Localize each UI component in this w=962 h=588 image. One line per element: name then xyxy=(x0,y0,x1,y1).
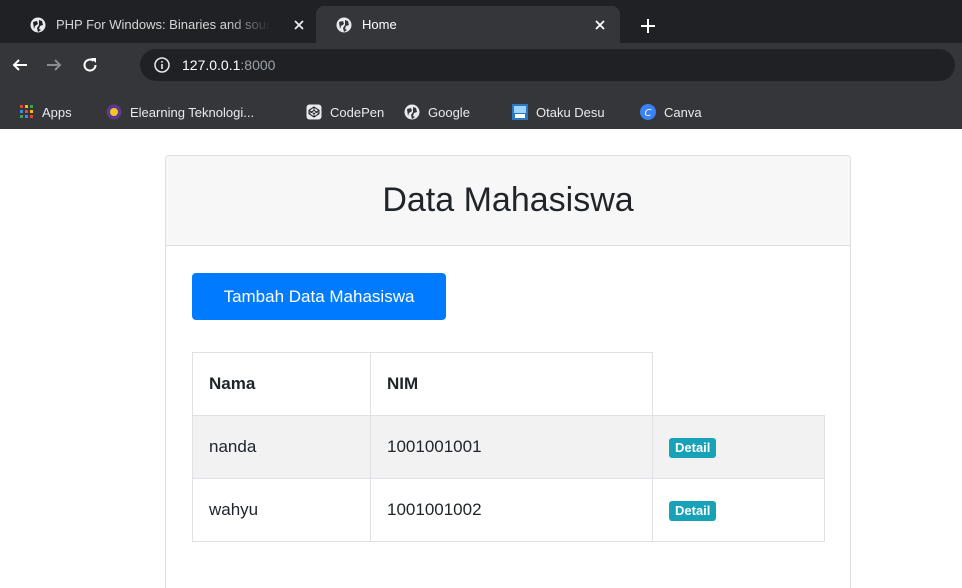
card-header: Data Mahasiswa xyxy=(166,156,850,246)
column-header-action xyxy=(653,353,825,416)
new-tab-button[interactable] xyxy=(636,14,660,38)
globe-icon xyxy=(404,104,420,120)
elearning-logo-icon xyxy=(106,104,122,120)
cell-nama: nanda xyxy=(192,415,371,479)
bookmark-google[interactable]: Google xyxy=(404,100,470,124)
reload-button[interactable] xyxy=(76,51,104,79)
bookmark-codepen[interactable]: CodePen xyxy=(306,100,384,124)
url-host: 127.0.0.1 xyxy=(182,57,241,73)
bookmark-otaku-desu[interactable]: Otaku Desu xyxy=(512,100,605,124)
table-row: nanda 1001001001 Detail xyxy=(192,415,825,479)
bookmarks-bar: Apps Elearning Teknologi... CodePen Goog… xyxy=(0,98,962,126)
students-table: Nama NIM nanda 1001001001 Detail wahyu 1… xyxy=(192,352,825,542)
column-header-nama: Nama xyxy=(192,352,371,416)
globe-icon xyxy=(336,17,352,33)
browser-toolbar: 127.0.0.1:8000 xyxy=(0,43,962,98)
detail-button[interactable]: Detail xyxy=(669,437,717,458)
arrow-left-icon xyxy=(12,59,27,71)
close-icon[interactable] xyxy=(289,15,309,35)
tab-php-for-windows[interactable]: PHP For Windows: Binaries and sources Re… xyxy=(0,6,316,43)
column-header-nim: NIM xyxy=(370,352,653,416)
bookmark-label: CodePen xyxy=(330,104,385,120)
reload-icon xyxy=(83,58,97,72)
cell-action: Detail xyxy=(652,478,825,542)
bookmark-label: Canva xyxy=(664,104,702,120)
data-card: Data Mahasiswa Tambah Data Mahasiswa Nam… xyxy=(165,155,851,588)
svg-text:C: C xyxy=(645,108,652,119)
tab-title: PHP For Windows: Binaries and sources Re… xyxy=(56,17,270,32)
add-student-button[interactable]: Tambah Data Mahasiswa xyxy=(192,273,446,320)
cell-nim: 1001001002 xyxy=(370,478,653,542)
page-title: Data Mahasiswa xyxy=(382,181,634,219)
bookmark-label: Otaku Desu xyxy=(536,104,605,120)
table-row: wahyu 1001001002 Detail xyxy=(192,478,825,542)
tab-title: Home xyxy=(362,17,397,32)
plus-icon xyxy=(641,19,655,33)
cell-action: Detail xyxy=(652,415,825,479)
bookmark-label: Elearning Teknologi... xyxy=(130,104,255,120)
cell-nim: 1001001001 xyxy=(370,415,653,479)
url-text: 127.0.0.1:8000 xyxy=(182,57,275,73)
bookmark-apps[interactable]: Apps xyxy=(20,100,72,124)
codepen-icon xyxy=(306,104,322,120)
apps-grid-icon xyxy=(20,105,33,118)
address-bar[interactable]: 127.0.0.1:8000 xyxy=(140,49,955,81)
close-icon[interactable] xyxy=(590,15,610,35)
globe-icon xyxy=(30,17,46,33)
url-port: :8000 xyxy=(240,57,276,73)
arrow-right-icon xyxy=(47,59,62,71)
forward-button[interactable] xyxy=(40,51,68,79)
bookmark-label: Apps xyxy=(42,104,72,120)
cell-nama: wahyu xyxy=(192,478,371,542)
otakudesu-icon xyxy=(512,104,528,120)
browser-tab-strip: PHP For Windows: Binaries and sources Re… xyxy=(0,0,962,43)
back-button[interactable] xyxy=(6,51,34,79)
bookmark-elearning[interactable]: Elearning Teknologi... xyxy=(106,100,254,124)
info-icon[interactable] xyxy=(154,57,170,73)
table-header-row: Nama NIM xyxy=(192,352,825,416)
detail-button[interactable]: Detail xyxy=(669,500,717,521)
tab-home[interactable]: Home xyxy=(316,6,620,43)
bookmark-label: Google xyxy=(428,104,470,120)
canva-icon: C xyxy=(640,104,656,120)
bookmark-canva[interactable]: C Canva xyxy=(640,100,702,124)
